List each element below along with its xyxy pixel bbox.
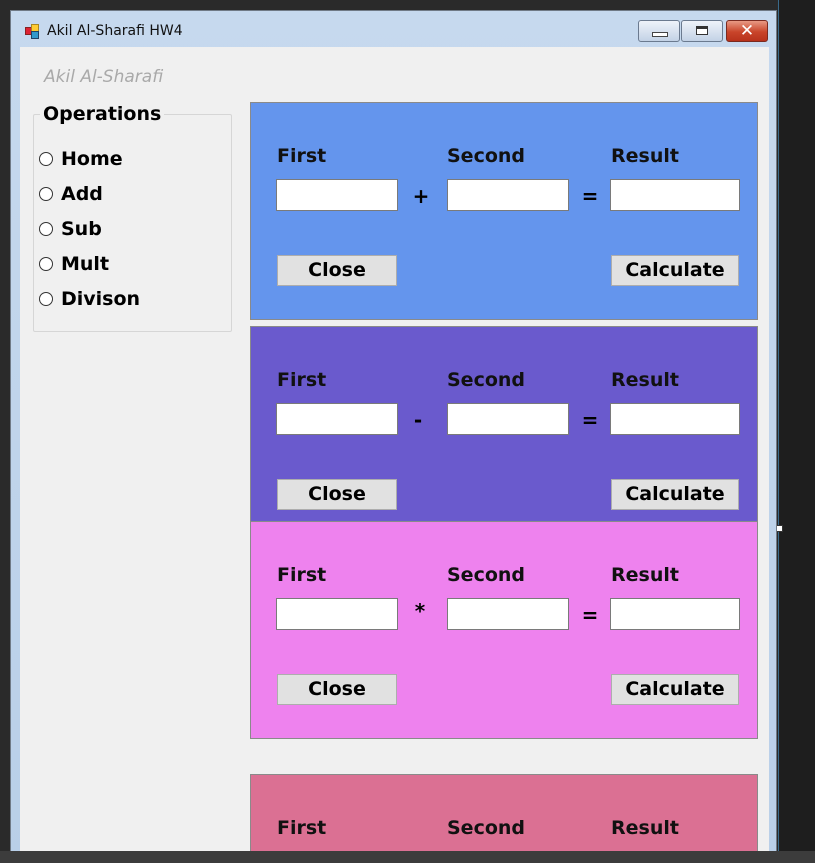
radio-label: Divison	[61, 288, 141, 310]
radio-label: Sub	[61, 218, 102, 240]
close-window-button[interactable]: ✕	[726, 20, 768, 42]
second-label: Second	[447, 817, 526, 839]
close-button[interactable]: Close	[277, 674, 397, 705]
add-panel: First Second Result + = Close Calculate	[250, 102, 758, 320]
first-input[interactable]	[276, 598, 398, 630]
close-button[interactable]: Close	[277, 479, 397, 510]
second-label: Second	[447, 564, 526, 586]
maximize-icon	[696, 26, 708, 35]
first-input[interactable]	[276, 179, 398, 211]
result-input[interactable]	[610, 179, 740, 211]
author-label: Akil Al-Sharafi	[44, 67, 164, 87]
radio-button-icon[interactable]	[39, 152, 53, 166]
bottom-edge	[0, 851, 815, 863]
division-panel: First Second Result	[250, 774, 758, 862]
second-input[interactable]	[447, 179, 569, 211]
sub-panel: First Second Result - = Close Calculate	[250, 326, 758, 544]
designer-guide-line	[778, 0, 779, 863]
first-input[interactable]	[276, 403, 398, 435]
radio-label: Mult	[61, 253, 110, 275]
minimize-button[interactable]	[638, 20, 680, 42]
radio-button-icon[interactable]	[39, 257, 53, 271]
result-label: Result	[611, 369, 679, 391]
first-label: First	[277, 817, 327, 839]
app-icon	[24, 23, 40, 39]
result-label: Result	[611, 817, 679, 839]
radio-division[interactable]: Divison	[39, 288, 140, 310]
operations-group-title: Operations	[40, 103, 165, 125]
radio-button-icon[interactable]	[39, 187, 53, 201]
calculate-button[interactable]: Calculate	[611, 674, 739, 705]
window-title: Akil Al-Sharafi HW4	[47, 23, 183, 39]
equals-label: =	[581, 184, 599, 208]
form-client-area: Akil Al-Sharafi Operations Home Add Sub …	[20, 47, 769, 862]
result-input[interactable]	[610, 598, 740, 630]
calculate-button[interactable]: Calculate	[611, 255, 739, 286]
calculate-button[interactable]: Calculate	[611, 479, 739, 510]
radio-mult[interactable]: Mult	[39, 253, 109, 275]
operator-label: +	[412, 184, 430, 208]
first-label: First	[277, 369, 327, 391]
result-label: Result	[611, 145, 679, 167]
result-input[interactable]	[610, 403, 740, 435]
second-input[interactable]	[447, 403, 569, 435]
operator-label: *	[414, 599, 426, 623]
resize-handle[interactable]	[776, 525, 783, 532]
minimize-icon	[652, 32, 668, 37]
close-button[interactable]: Close	[277, 255, 397, 286]
equals-label: =	[581, 408, 599, 432]
title-bar[interactable]: Akil Al-Sharafi HW4 ✕	[11, 11, 776, 47]
radio-add[interactable]: Add	[39, 183, 103, 205]
second-input[interactable]	[447, 598, 569, 630]
app-window: Akil Al-Sharafi HW4 ✕ Akil Al-Sharafi Op…	[10, 10, 777, 863]
radio-sub[interactable]: Sub	[39, 218, 102, 240]
background-area	[778, 0, 815, 863]
radio-button-icon[interactable]	[39, 222, 53, 236]
radio-home[interactable]: Home	[39, 148, 123, 170]
first-label: First	[277, 564, 327, 586]
second-label: Second	[447, 369, 526, 391]
first-label: First	[277, 145, 327, 167]
mult-panel: First Second Result * = Close Calculate	[250, 521, 758, 739]
equals-label: =	[581, 603, 599, 627]
result-label: Result	[611, 564, 679, 586]
radio-label: Add	[61, 183, 103, 205]
close-icon: ✕	[739, 21, 755, 41]
second-label: Second	[447, 145, 526, 167]
radio-button-icon[interactable]	[39, 292, 53, 306]
operator-label: -	[413, 408, 423, 432]
radio-label: Home	[61, 148, 123, 170]
maximize-button[interactable]	[681, 20, 723, 42]
